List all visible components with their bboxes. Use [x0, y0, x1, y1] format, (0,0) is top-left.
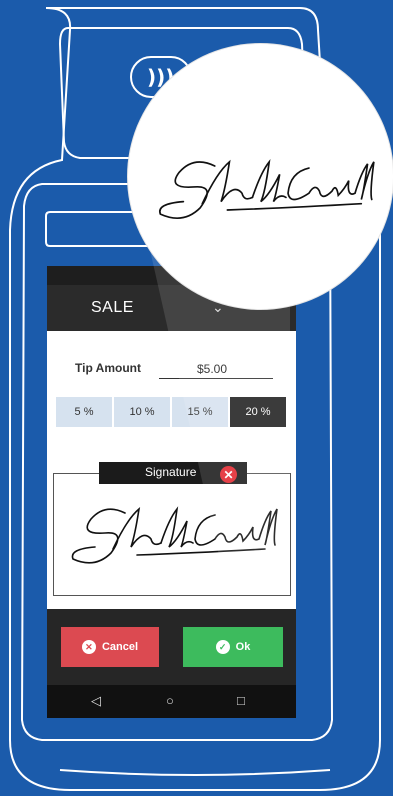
- page-title: SALE: [91, 299, 134, 316]
- tip-option-15[interactable]: 15 %: [172, 397, 228, 427]
- ok-label: Ok: [235, 641, 251, 653]
- signature-label: Signature: [145, 465, 197, 479]
- cancel-icon: ✕: [81, 640, 96, 654]
- tip-option-20[interactable]: 20 %: [230, 397, 286, 427]
- recents-icon[interactable]: □: [237, 693, 245, 708]
- terminal-screen: SALE ⌄ Tip Amount $5.00 5 % 10 % 15 % 20…: [47, 266, 296, 718]
- tip-amount-value[interactable]: $5.00: [197, 362, 227, 376]
- home-icon[interactable]: ○: [166, 693, 174, 708]
- close-icon[interactable]: ✕: [220, 466, 237, 483]
- tip-option-5[interactable]: 5 %: [56, 397, 112, 427]
- tip-amount-underline: [159, 378, 273, 379]
- cancel-label: Cancel: [101, 641, 139, 653]
- tip-amount-label: Tip Amount: [75, 361, 141, 375]
- magnified-signature: [158, 158, 375, 220]
- ok-button[interactable]: ✓ Ok: [183, 627, 283, 667]
- back-icon[interactable]: ◁: [91, 693, 101, 709]
- signature-drawing: [71, 506, 278, 564]
- tip-option-10[interactable]: 10 %: [114, 397, 170, 427]
- check-icon: ✓: [215, 640, 230, 654]
- cancel-button[interactable]: ✕ Cancel: [61, 627, 159, 667]
